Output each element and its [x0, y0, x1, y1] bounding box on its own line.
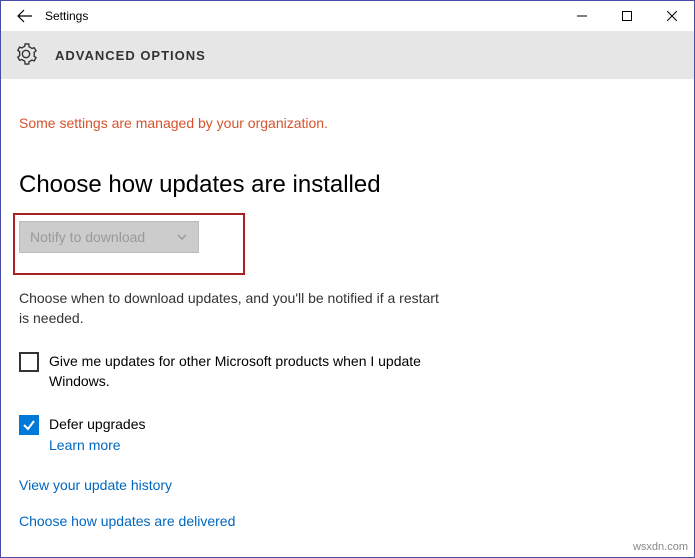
settings-window: Settings ADVANCED OPTIONS Some settings …: [0, 0, 695, 558]
org-managed-notice: Some settings are managed by your organi…: [19, 115, 676, 131]
content-area: Some settings are managed by your organi…: [1, 79, 694, 557]
gear-icon: [15, 43, 37, 68]
window-title: Settings: [45, 9, 88, 23]
learn-more-link[interactable]: Learn more: [49, 437, 146, 453]
page-title: ADVANCED OPTIONS: [55, 48, 206, 63]
defer-upgrades-row: Defer upgrades Learn more: [19, 415, 459, 453]
section-title: Choose how updates are installed: [19, 171, 676, 199]
window-controls: [559, 1, 694, 31]
maximize-icon: [622, 11, 632, 21]
highlight-annotation: Notify to download: [13, 213, 245, 275]
back-arrow-icon: [17, 8, 33, 24]
back-button[interactable]: [9, 1, 41, 31]
updates-delivered-link[interactable]: Choose how updates are delivered: [19, 513, 676, 529]
chevron-down-icon: [176, 231, 188, 243]
maximize-button[interactable]: [604, 1, 649, 31]
page-header: ADVANCED OPTIONS: [1, 31, 694, 79]
update-history-link[interactable]: View your update history: [19, 477, 676, 493]
titlebar: Settings: [1, 1, 694, 31]
other-products-label: Give me updates for other Microsoft prod…: [49, 352, 459, 391]
close-button[interactable]: [649, 1, 694, 31]
install-mode-desc: Choose when to download updates, and you…: [19, 289, 439, 328]
other-products-checkbox[interactable]: [19, 352, 39, 372]
minimize-button[interactable]: [559, 1, 604, 31]
minimize-icon: [577, 11, 587, 21]
install-mode-dropdown[interactable]: Notify to download: [19, 221, 199, 253]
defer-upgrades-checkbox[interactable]: [19, 415, 39, 435]
check-icon: [22, 418, 36, 432]
dropdown-value: Notify to download: [30, 229, 145, 245]
defer-upgrades-label: Defer upgrades: [49, 415, 146, 435]
watermark: wsxdn.com: [633, 541, 688, 553]
close-icon: [667, 11, 677, 21]
other-products-row: Give me updates for other Microsoft prod…: [19, 352, 459, 391]
